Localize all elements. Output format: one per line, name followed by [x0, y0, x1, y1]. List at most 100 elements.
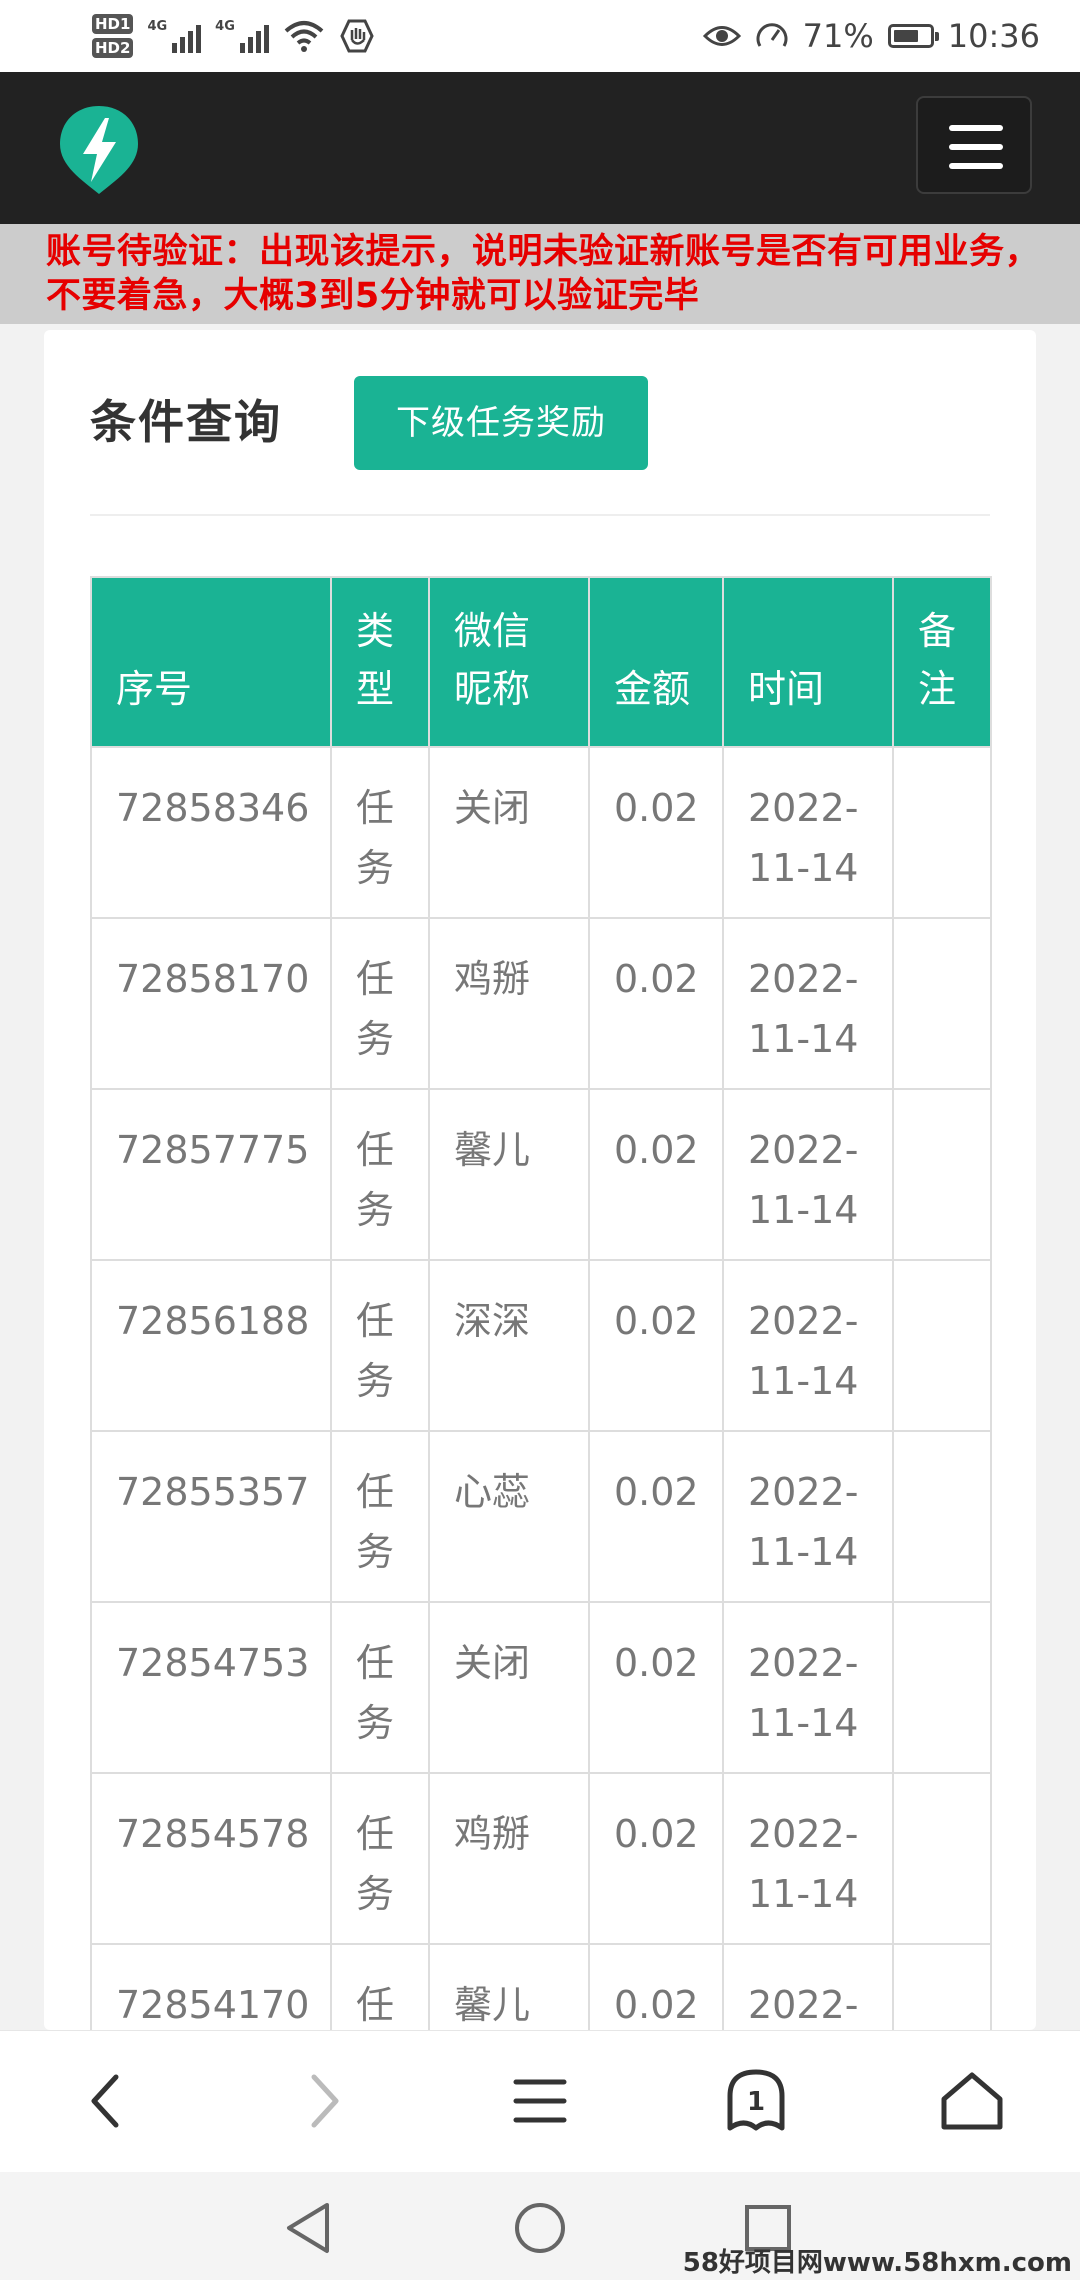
home-icon[interactable] [922, 2051, 1022, 2151]
battery-fill [893, 30, 918, 42]
cell-nickname: 馨儿 [428, 1943, 590, 2030]
cell-time: 2022-11-14 [722, 917, 894, 1090]
table-row: 72854578 任务 鸡掰 0.02 2022-11-14 [90, 1772, 992, 1945]
cell-amount: 0.02 [588, 1430, 724, 1603]
cell-type: 任务 [330, 746, 430, 919]
speed-gauge-icon [756, 23, 788, 47]
cell-note [892, 917, 992, 1090]
cell-serial: 72854753 [90, 1601, 332, 1774]
status-bar-left: HD1 HD2 4G 4G [92, 6, 375, 66]
battery-percent: 71% [802, 17, 874, 55]
cell-type: 任务 [330, 1601, 430, 1774]
cell-amount: 0.02 [588, 917, 724, 1090]
network-2-label: 4G [215, 19, 235, 34]
cell-amount: 0.02 [588, 1259, 724, 1432]
header-serial: 序号 [90, 576, 332, 748]
cell-nickname: 心蕊 [428, 1430, 590, 1603]
cell-type: 任务 [330, 917, 430, 1090]
subordinate-reward-button[interactable]: 下级任务奖励 [354, 376, 648, 470]
triangle-back-icon[interactable] [268, 2188, 348, 2268]
cell-time: 2022-11-14 [722, 1601, 894, 1774]
cell-nickname: 鸡掰 [428, 917, 590, 1090]
cell-type: 任务 [330, 1259, 430, 1432]
cell-serial: 72855357 [90, 1430, 332, 1603]
cell-amount: 0.02 [588, 1088, 724, 1261]
header-nickname: 微信昵称 [428, 576, 590, 748]
table-row: 72858170 任务 鸡掰 0.02 2022-11-14 [90, 917, 992, 1090]
table-header-row: 序号 类型 微信昵称 金额 时间 备注 [90, 576, 992, 748]
network-1-label: 4G [147, 19, 168, 34]
sim2-hd-badge: HD2 [92, 38, 134, 58]
header-amount: 金额 [588, 576, 724, 748]
table-row: 72858346 任务 关闭 0.02 2022-11-14 [90, 746, 992, 919]
table-row: 72854753 任务 关闭 0.02 2022-11-14 [90, 1601, 992, 1774]
table-row: 72857775 任务 馨儿 0.02 2022-11-14 [90, 1088, 992, 1261]
cell-time: 2022-11-14 [722, 746, 894, 919]
menu-lines-icon[interactable] [490, 2051, 590, 2151]
cell-time: 2022-11-14 [722, 1259, 894, 1432]
cell-note [892, 1088, 992, 1261]
cell-note [892, 1943, 992, 2030]
site-header [0, 72, 1080, 224]
tabs-count: 1 [747, 2087, 765, 2117]
tabs-icon: 1 [727, 2069, 785, 2131]
sim1-hd-badge: HD1 [92, 14, 134, 34]
cell-nickname: 馨儿 [428, 1088, 590, 1261]
page-title: 条件查询 [90, 395, 282, 449]
cell-note [892, 1259, 992, 1432]
query-card: 条件查询 下级任务奖励 序号 类型 微信昵称 金额 时间 备注 72858346… [44, 330, 1036, 2030]
watermark: 58好项目网www.58hxm.com [682, 2248, 1072, 2278]
status-bar: HD1 HD2 4G 4G 71% 10:36 [0, 0, 1080, 72]
signal-2-icon: 4G [215, 19, 269, 53]
table-row: 72856188 任务 深深 0.02 2022-11-14 [90, 1259, 992, 1432]
circle-home-icon[interactable] [500, 2188, 580, 2268]
cell-type: 任务 [330, 1772, 430, 1945]
header-note: 备注 [892, 576, 992, 748]
header-time: 时间 [722, 576, 894, 748]
battery-icon [887, 24, 939, 48]
tabs-button[interactable]: 1 [706, 2051, 806, 2151]
cell-note [892, 1430, 992, 1603]
hand-shield-icon [340, 19, 374, 53]
cell-serial: 72854578 [90, 1772, 332, 1945]
cell-nickname: 深深 [428, 1259, 590, 1432]
cell-nickname: 鸡掰 [428, 1772, 590, 1945]
verification-notice: 账号待验证：出现该提示，说明未验证新账号是否有可用业务，不要着急，大概3到5分钟… [0, 224, 1080, 324]
cell-serial: 72858346 [90, 746, 332, 919]
menu-line [949, 125, 1003, 131]
table-row: 72855357 任务 心蕊 0.02 2022-11-14 [90, 1430, 992, 1603]
forward-arrow-icon[interactable] [274, 2051, 374, 2151]
sim-badges: HD1 HD2 [92, 14, 134, 58]
menu-line [949, 163, 1003, 169]
cell-time: 2022-11-14 [722, 1088, 894, 1261]
status-bar-right: 71% 10:36 [702, 10, 1040, 62]
cell-serial: 72856188 [90, 1259, 332, 1432]
lightning-bolt-icon[interactable] [56, 102, 142, 198]
cell-note [892, 1601, 992, 1774]
cell-nickname: 关闭 [428, 1601, 590, 1774]
cell-serial: 72857775 [90, 1088, 332, 1261]
cell-type: 任务 [330, 1430, 430, 1603]
table-row: 72854170任务馨儿0.022022-11-14 [90, 1943, 992, 2030]
cell-note [892, 746, 992, 919]
menu-line [949, 144, 1003, 150]
back-arrow-icon[interactable] [56, 2051, 156, 2151]
cell-type: 任务 [330, 1088, 430, 1261]
cell-serial: 72858170 [90, 917, 332, 1090]
eye-icon [702, 26, 741, 46]
signal-1-icon: 4G [147, 19, 202, 53]
header-type: 类型 [330, 576, 430, 748]
cell-amount: 0.02 [588, 1943, 724, 2030]
clock: 10:36 [947, 17, 1040, 55]
cell-amount: 0.02 [588, 746, 724, 919]
browser-toolbar: 1 [0, 2030, 1080, 2173]
cell-amount: 0.02 [588, 1772, 724, 1945]
cell-note [892, 1772, 992, 1945]
cell-amount: 0.02 [588, 1601, 724, 1774]
cell-time: 2022-11-14 [722, 1943, 894, 2030]
wifi-icon [284, 21, 324, 52]
hamburger-menu-button[interactable] [916, 96, 1032, 194]
cell-type: 任务 [330, 1943, 430, 2030]
cell-serial: 72854170 [90, 1943, 332, 2030]
records-table: 序号 类型 微信昵称 金额 时间 备注 72858346 任务 关闭 0.02 2022… [90, 576, 992, 2030]
